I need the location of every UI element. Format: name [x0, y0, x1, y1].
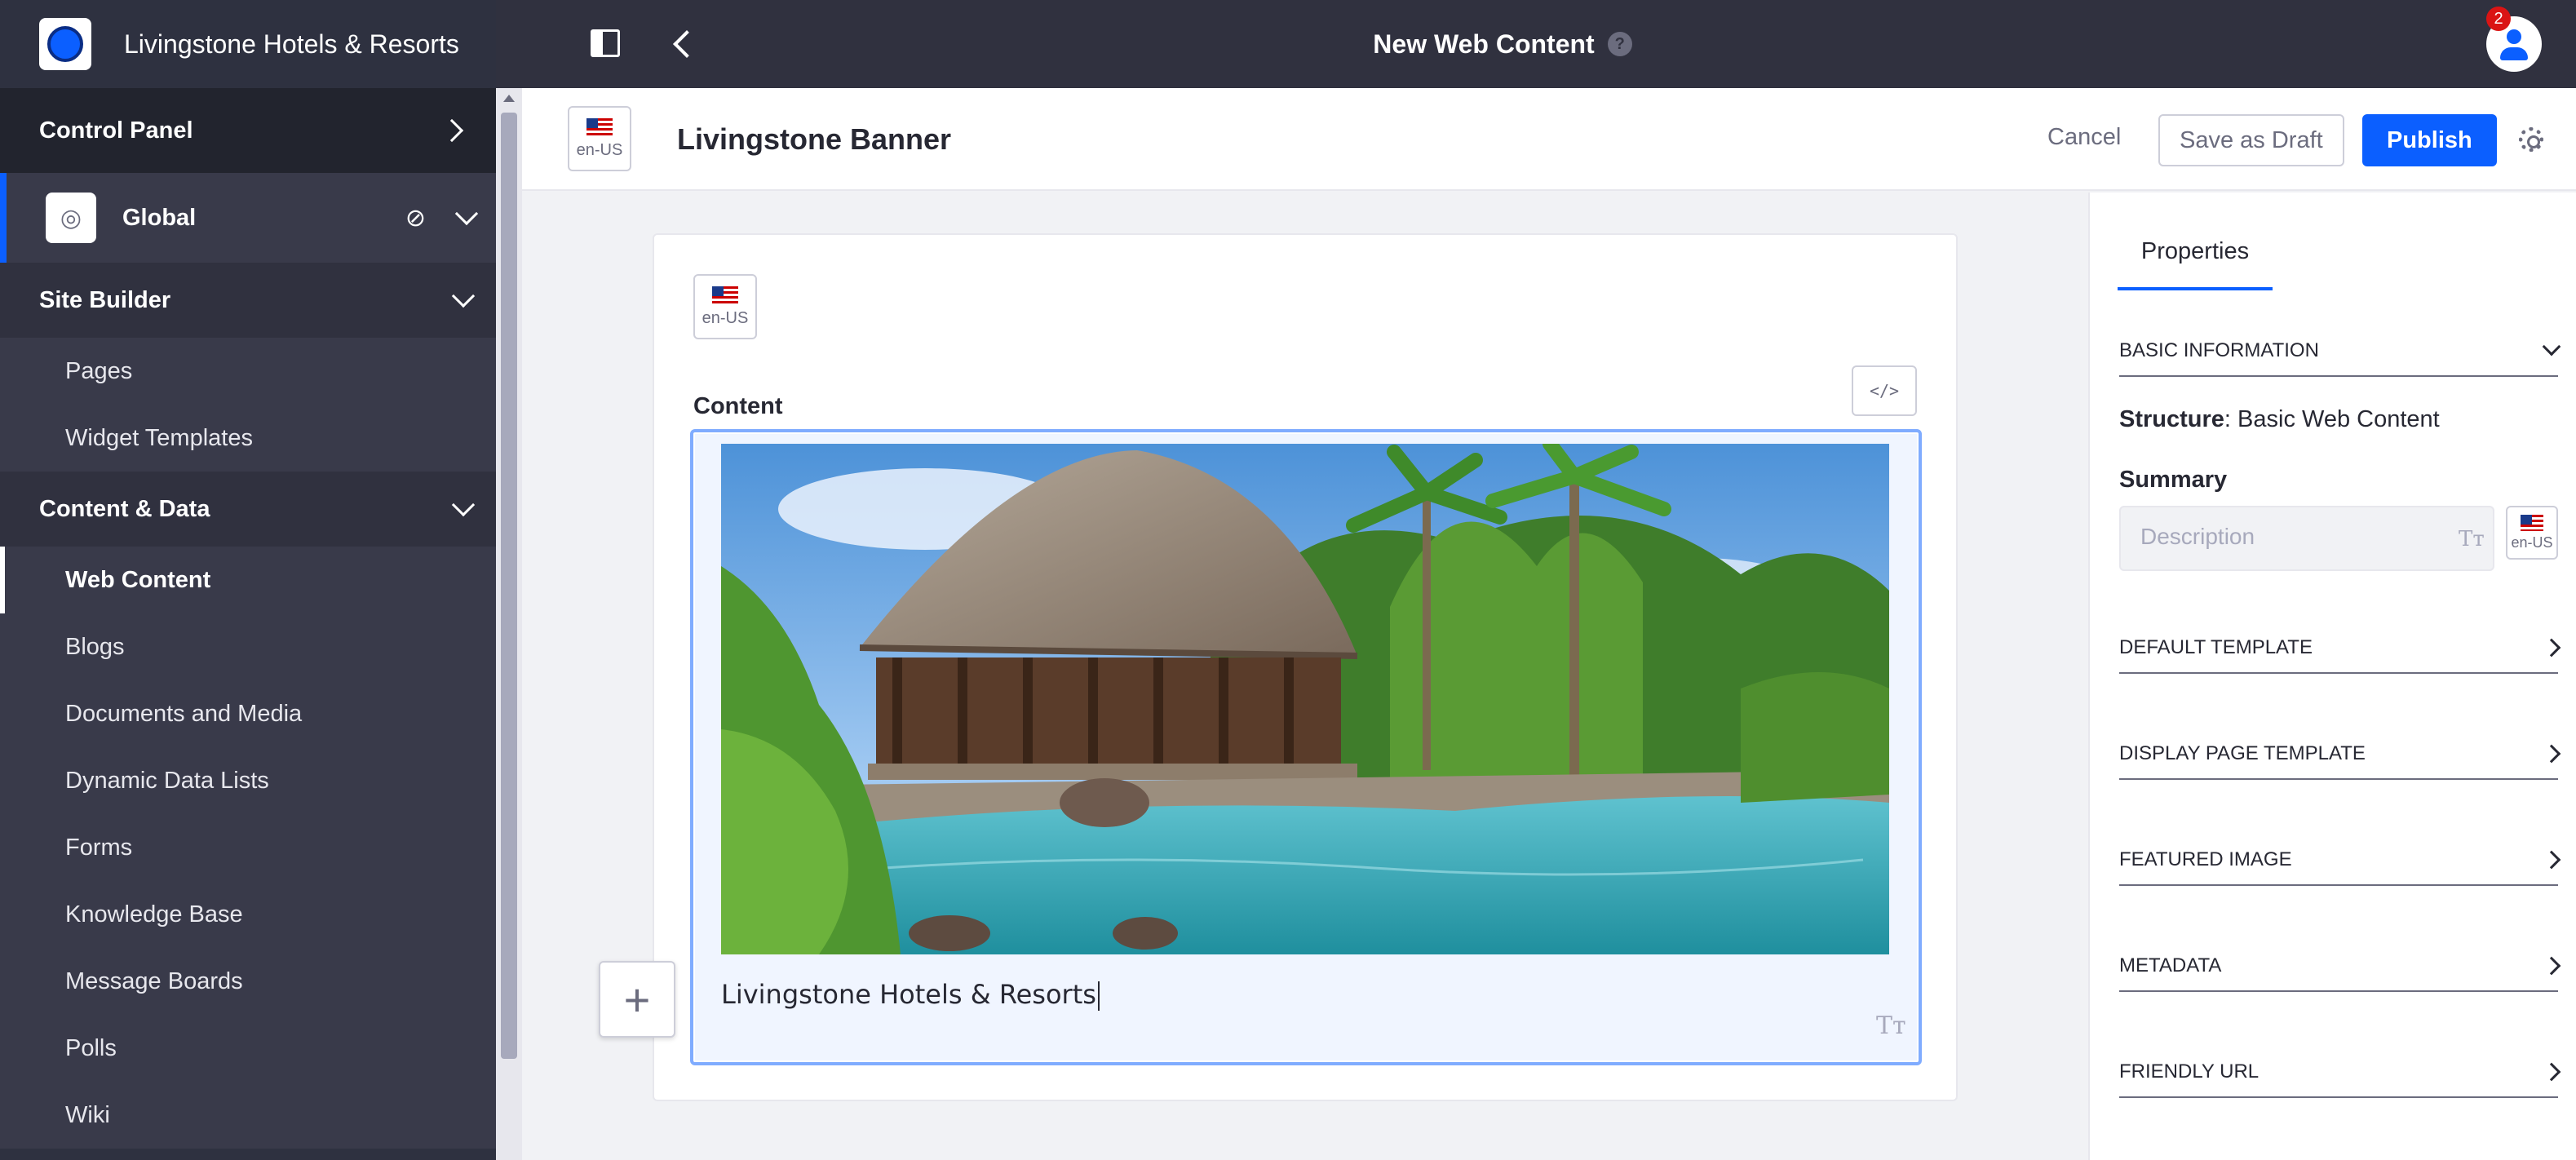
editor-text-line[interactable]: Livingstone Hotels & Resorts	[721, 979, 1100, 1011]
user-icon	[2507, 29, 2521, 44]
publish-button[interactable]: Publish	[2362, 114, 2497, 166]
scrollbar-thumb[interactable]	[501, 113, 517, 1059]
text-caret	[1097, 981, 1100, 1011]
field-language-selector[interactable]: en-US	[693, 274, 757, 339]
control-panel-link[interactable]: Control Panel	[0, 88, 496, 173]
sidebar-item-blogs[interactable]: Blogs	[0, 613, 496, 680]
sidebar-item-polls[interactable]: Polls	[0, 1015, 496, 1082]
metadata-toggle[interactable]: METADATA	[2119, 941, 2561, 992]
language-code: en-US	[702, 308, 749, 327]
sidebar-item-pages[interactable]: Pages	[0, 338, 496, 405]
featured-image-label: FEATURED IMAGE	[2119, 848, 2292, 870]
featured-image-toggle[interactable]: FEATURED IMAGE	[2119, 835, 2561, 886]
sidebar-item-wiki[interactable]: Wiki	[0, 1082, 496, 1149]
content-form-card: en-US Content </> Livingstone Hotels & R…	[653, 233, 1958, 1101]
control-menu: New Web Content ? 2	[496, 0, 2576, 88]
text-format-icon[interactable]: Tт	[2459, 527, 2485, 551]
back-arrow-icon[interactable]	[673, 30, 701, 58]
sidebar-item-forms[interactable]: Forms	[0, 814, 496, 881]
display-page-template-label: DISPLAY PAGE TEMPLATE	[2119, 742, 2366, 764]
rich-text-editor[interactable]: Livingstone Hotels & Resorts Tт	[690, 429, 1922, 1065]
summary-label: Summary	[2119, 467, 2228, 493]
sidebar-item-knowledge-base[interactable]: Knowledge Base	[0, 881, 496, 948]
chevron-right-icon	[2542, 744, 2561, 764]
sidebar-item-web-content[interactable]: Web Content	[0, 547, 496, 613]
brand-logo-icon[interactable]	[39, 18, 91, 70]
default-template-toggle[interactable]: DEFAULT TEMPLATE	[2119, 623, 2561, 674]
site-builder-label: Site Builder	[39, 286, 171, 313]
gear-icon[interactable]	[2519, 127, 2543, 152]
chevron-down-icon	[451, 284, 476, 308]
save-draft-button[interactable]: Save as Draft	[2158, 114, 2344, 166]
page-title: New Web Content	[1373, 29, 1595, 59]
add-field-button[interactable]: +	[599, 961, 675, 1038]
chevron-down-icon[interactable]	[454, 201, 479, 226]
sidebar-item-documents-and-media[interactable]: Documents and Media	[0, 680, 496, 747]
source-code-toggle[interactable]: </>	[1852, 365, 1917, 416]
chevron-right-icon	[2542, 956, 2561, 976]
default-template-label: DEFAULT TEMPLATE	[2119, 636, 2313, 658]
compass-icon[interactable]: ⊘	[405, 204, 426, 232]
chevron-down-icon	[451, 493, 476, 517]
description-input[interactable]: Description Tт	[2119, 506, 2494, 571]
editor-text-content: Livingstone Hotels & Resorts	[721, 979, 1096, 1010]
structure-value: : Basic Web Content	[2224, 406, 2440, 432]
description-language-selector[interactable]: en-US	[2506, 506, 2558, 560]
edit-toolbar: en-US Livingstone Banner Cancel Save as …	[522, 88, 2576, 191]
display-page-template-toggle[interactable]: DISPLAY PAGE TEMPLATE	[2119, 729, 2561, 780]
resort-photo	[721, 444, 1889, 954]
scope-selector[interactable]: ◎ Global ⊘	[0, 173, 496, 263]
site-builder-toggle[interactable]: Site Builder	[0, 263, 496, 338]
content-data-toggle[interactable]: Content & Data	[0, 472, 496, 547]
metadata-label: METADATA	[2119, 954, 2222, 976]
sidebar-item-dynamic-data-lists[interactable]: Dynamic Data Lists	[0, 747, 496, 814]
chevron-down-icon	[2542, 337, 2561, 356]
structure-label: Structure	[2119, 406, 2224, 432]
cancel-button[interactable]: Cancel	[2031, 111, 2137, 163]
description-placeholder: Description	[2140, 524, 2255, 549]
us-flag-icon	[586, 117, 613, 136]
language-code: en-US	[2511, 534, 2553, 551]
language-selector[interactable]: en-US	[568, 106, 631, 171]
notification-badge: 2	[2486, 7, 2511, 31]
scope-label: Global	[122, 204, 197, 231]
basic-information-label: BASIC INFORMATION	[2119, 339, 2319, 361]
scroll-up-icon[interactable]	[503, 95, 515, 102]
us-flag-icon	[712, 286, 738, 304]
friendly-url-label: FRIENDLY URL	[2119, 1060, 2260, 1083]
content-title[interactable]: Livingstone Banner	[677, 88, 951, 191]
friendly-url-toggle[interactable]: FRIENDLY URL	[2119, 1047, 2561, 1098]
chevron-right-icon	[440, 118, 464, 143]
chevron-right-icon	[2542, 1062, 2561, 1082]
language-code: en-US	[576, 140, 623, 159]
content-data-label: Content & Data	[39, 495, 210, 522]
globe-icon: ◎	[46, 193, 96, 243]
page-title-wrap: New Web Content ?	[977, 0, 2028, 88]
chevron-right-icon	[2542, 638, 2561, 657]
us-flag-icon	[2521, 514, 2543, 531]
basic-information-toggle[interactable]: BASIC INFORMATION	[2119, 326, 2561, 377]
sidebar-scrollbar[interactable]	[496, 88, 522, 1160]
brand-name[interactable]: Livingstone Hotels & Resorts	[124, 29, 459, 60]
sidebar-item-message-boards[interactable]: Message Boards	[0, 948, 496, 1015]
text-format-icon[interactable]: Tт	[1876, 1012, 1906, 1040]
product-menu: Livingstone Hotels & Resorts Control Pan…	[0, 0, 496, 1160]
structure-info: Structure: Basic Web Content	[2119, 406, 2440, 433]
help-icon[interactable]: ?	[1607, 32, 1632, 56]
sidebar-header: Livingstone Hotels & Resorts	[0, 0, 496, 88]
chevron-right-icon	[2542, 850, 2561, 870]
tab-properties[interactable]: Properties	[2118, 238, 2273, 290]
content-field-label: Content	[693, 393, 783, 419]
control-panel-label: Control Panel	[39, 117, 193, 144]
banner-image[interactable]	[721, 444, 1889, 954]
sidebar-item-widget-templates[interactable]: Widget Templates	[0, 405, 496, 472]
properties-panel: Properties BASIC INFORMATION Structure: …	[2088, 193, 2576, 1160]
sidebar-toggle-icon[interactable]	[591, 29, 620, 57]
